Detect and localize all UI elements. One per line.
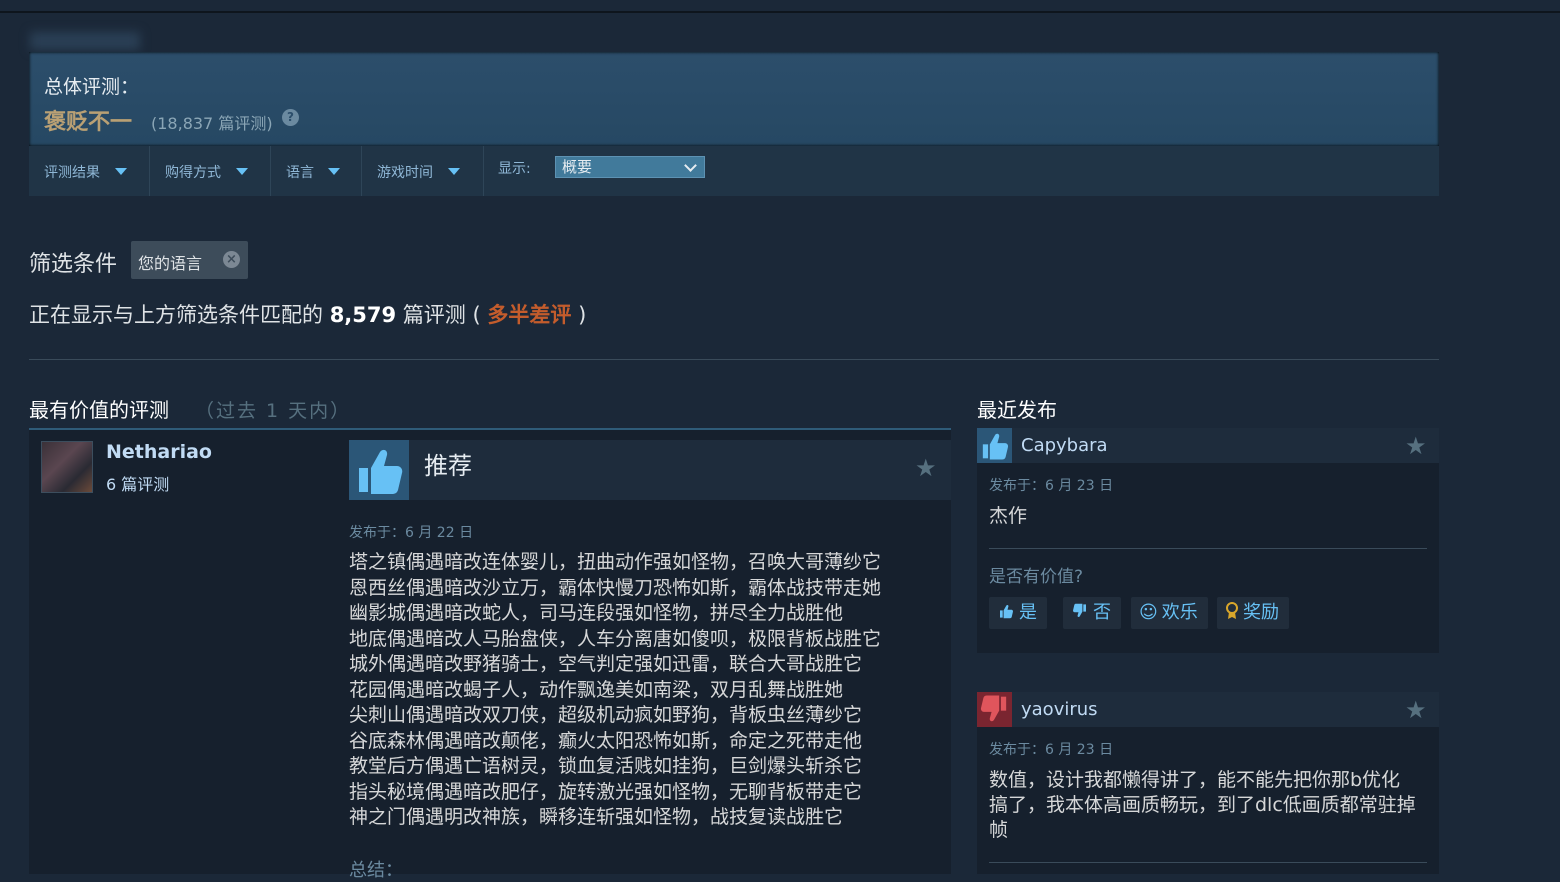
active-filters-title: 筛选条件	[29, 252, 118, 277]
summary-label: 总结：	[349, 860, 403, 881]
recent-review-card: Capybara ★ 发布于：6 月 23 日 杰作 是否有价值? 是 否 ☺ 欢…	[977, 428, 1439, 653]
recent-review-card: yaovirus ★ 发布于：6 月 23 日 数值，设计我都懒得讲了，能不能先…	[977, 692, 1439, 874]
filter-label: 评测结果	[44, 165, 100, 181]
review-line: 花园偶遇暗改蝎子人，动作飘逸美如南梁，双月乱舞战胜她	[349, 678, 844, 701]
thumbs-up-icon	[977, 428, 1012, 463]
vote-label: 奖励	[1243, 602, 1279, 623]
review-line: 幽影城偶遇暗改蛇人，司马连段强如怪物，拼尽全力战胜他	[349, 602, 844, 624]
award-icon	[1225, 597, 1239, 629]
award-button[interactable]: 奖励	[1217, 597, 1289, 629]
match-review-summary[interactable]: 多半差评	[487, 303, 571, 327]
award-star-icon[interactable]: ★	[1405, 432, 1427, 460]
vote-label: 是	[1019, 602, 1037, 623]
recent-review-text: 杰作	[989, 505, 1028, 527]
overall-label: 总体评测：	[44, 76, 140, 98]
filter-chip-label: 您的语言	[138, 254, 203, 273]
display-select[interactable]: 概要	[555, 156, 705, 178]
display-label: 显示:	[498, 161, 531, 177]
vote-funny-button[interactable]: ☺ 欢乐	[1131, 597, 1208, 629]
vote-yes-button[interactable]: 是	[989, 597, 1047, 629]
posted-date: 发布于：6 月 22 日	[349, 525, 474, 541]
vote-label: 否	[1093, 602, 1111, 623]
vote-no-button[interactable]: 否	[1063, 597, 1121, 629]
filter-review-type[interactable]: 评测结果	[29, 146, 150, 196]
filter-label: 游戏时间	[377, 165, 433, 181]
smile-icon: ☺	[1139, 602, 1158, 623]
review-line: 地底偶遇暗改人马胎盘侠，人车分离唐如傻呗，极限背板战胜它	[349, 627, 882, 650]
review-filter-bar: 评测结果 购得方式 语言 游戏时间 显示: 概要	[29, 146, 1439, 196]
vote-label: 欢乐	[1161, 602, 1198, 623]
recent-author[interactable]: Capybara	[1021, 435, 1108, 456]
most-helpful-header: 最有价值的评测 （过去 1 天内）	[29, 394, 351, 423]
recent-review-text: 数值，设计我都懒得讲了，能不能先把你那b优化 搞了，我本体高画质畅玩，到了dlc…	[989, 768, 1416, 843]
thumbs-down-icon	[1071, 597, 1089, 629]
match-summary: 正在显示与上方筛选条件匹配的 8,579 篇评测 ( 多半差评 )	[29, 299, 586, 329]
helpful-question: 是否有价值?	[989, 567, 1084, 587]
caret-down-icon	[448, 168, 460, 175]
review-line: 谷底森林偶遇暗改颠佬，癫火太阳恐怖如斯，命定之死带走他	[349, 729, 863, 752]
thumbs-up-icon	[997, 597, 1015, 629]
author-name[interactable]: Nethariao	[106, 441, 212, 463]
caret-down-icon	[115, 168, 127, 175]
most-helpful-title: 最有价值的评测	[29, 398, 169, 422]
review-verdict[interactable]: 推荐 ★	[349, 440, 951, 500]
overall-count: (18,837 篇评测)	[151, 114, 273, 133]
posted-date: 发布于：6 月 23 日	[989, 742, 1114, 758]
author-review-count[interactable]: 6 篇评测	[106, 471, 169, 495]
review-line: 帧	[989, 819, 1009, 841]
filter-language[interactable]: 语言	[271, 146, 362, 196]
review-separator	[989, 862, 1427, 863]
overall-reviews-panel: 总体评测： 褒贬不一 (18,837 篇评测) ?	[29, 52, 1439, 146]
recent-header: 最近发布	[977, 394, 1057, 423]
chevron-down-icon	[684, 159, 697, 172]
match-count: 8,579	[329, 303, 397, 327]
review-line: 城外偶遇暗改野猪骑士，空气判定强如迅雷，联合大哥战胜它	[349, 653, 863, 675]
award-star-icon[interactable]: ★	[1405, 696, 1427, 724]
award-star-icon[interactable]: ★	[915, 454, 937, 482]
review-card: Nethariao 6 篇评测 推荐 ★ 发布于：6 月 22 日 塔之镇偶遇暗…	[29, 430, 951, 881]
recent-review-header[interactable]: yaovirus ★	[977, 692, 1439, 727]
thumbs-down-icon	[977, 692, 1012, 727]
caret-down-icon	[328, 168, 340, 175]
display-select-value: 概要	[562, 158, 593, 176]
section-divider	[29, 359, 1439, 360]
remove-filter-icon[interactable]: ×	[223, 251, 240, 268]
match-prefix: 正在显示与上方筛选条件匹配的	[29, 303, 323, 327]
filter-label: 语言	[286, 165, 314, 181]
help-icon[interactable]: ?	[282, 109, 299, 126]
recent-review-header[interactable]: Capybara ★	[977, 428, 1439, 463]
most-helpful-subtitle[interactable]: （过去 1 天内）	[195, 400, 351, 422]
posted-date: 发布于：6 月 23 日	[989, 478, 1114, 494]
filter-chip-language[interactable]: 您的语言 ×	[131, 241, 248, 279]
match-suffix: 篇评测 (	[402, 303, 481, 327]
review-line: 教堂后方偶遇亡语树灵，锁血复活贱如挂狗，巨剑爆头斩杀它	[349, 755, 863, 777]
blurred-header	[30, 32, 140, 50]
recent-title: 最近发布	[977, 398, 1057, 422]
avatar[interactable]	[41, 441, 93, 493]
thumbs-up-icon	[349, 440, 409, 500]
review-line: 尖刺山偶遇暗改双刀侠，超级机动疯如野狗，背板虫丝薄纱它	[349, 704, 863, 726]
verdict-title: 推荐	[424, 452, 472, 480]
review-line: 指头秘境偶遇暗改肥仔，旋转激光强如怪物，无聊背板带走它	[349, 780, 863, 803]
filter-playtime[interactable]: 游戏时间	[362, 146, 484, 196]
review-separator	[989, 548, 1427, 549]
review-line: 搞了，我本体高画质畅玩，到了dlc低画质都常驻掉	[989, 794, 1416, 816]
recent-author[interactable]: yaovirus	[1021, 699, 1098, 720]
review-line: 塔之镇偶遇暗改连体婴儿，扭曲动作强如怪物，召唤大哥薄纱它	[349, 551, 882, 573]
caret-down-icon	[236, 168, 248, 175]
review-line: 数值，设计我都懒得讲了，能不能先把你那b优化	[989, 769, 1401, 791]
review-text: 塔之镇偶遇暗改连体婴儿，扭曲动作强如怪物，召唤大哥薄纱它 恩西丝偶遇暗改沙立万，…	[349, 550, 929, 831]
filter-label: 购得方式	[165, 165, 221, 181]
top-divider	[0, 11, 1560, 13]
match-close: )	[578, 303, 587, 327]
filter-purchase-type[interactable]: 购得方式	[150, 146, 271, 196]
review-line: 恩西丝偶遇暗改沙立万，霸体快慢刀恐怖如斯，霸体战技带走她	[349, 576, 882, 599]
overall-summary[interactable]: 褒贬不一	[44, 104, 132, 136]
review-line: 神之门偶遇明改神族，瞬移连斩强如怪物，战技复读战胜它	[349, 806, 844, 828]
